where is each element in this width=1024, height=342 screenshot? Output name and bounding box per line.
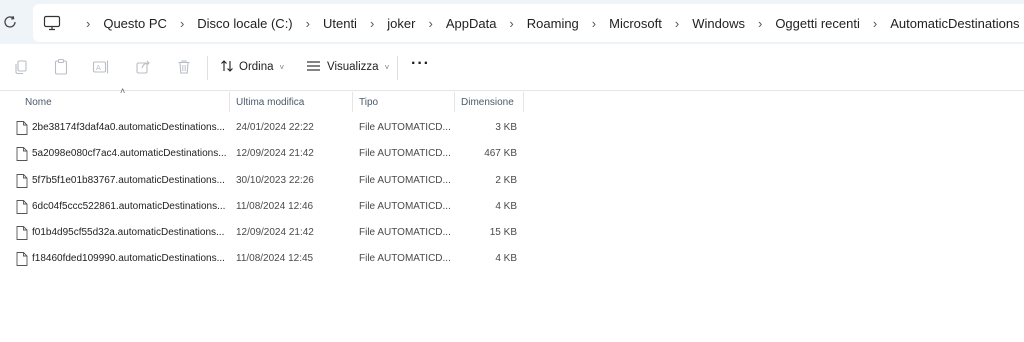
command-bar: A Ordina ˅ Visualizza ˅ ···: [0, 44, 1024, 91]
file-type: File AUTOMATICD...: [359, 253, 451, 264]
column-header-modified[interactable]: Ultima modifica: [236, 92, 346, 112]
breadcrumb-windows[interactable]: Windows: [692, 16, 745, 31]
chevron-right-icon[interactable]: ›: [758, 16, 762, 31]
file-icon: [16, 200, 28, 214]
file-icon: [16, 174, 28, 188]
file-type: File AUTOMATICD...: [359, 148, 451, 159]
file-name: 2be38174f3daf4a0.automaticDestinations..…: [32, 122, 225, 133]
chevron-right-icon[interactable]: ›: [873, 16, 877, 31]
file-size: 467 KB: [484, 148, 517, 159]
file-size: 4 KB: [495, 253, 517, 264]
chevron-down-icon: ˅: [279, 62, 285, 72]
file-type: File AUTOMATICD...: [359, 227, 451, 238]
column-header-name[interactable]: Nome: [25, 92, 225, 112]
chevron-right-icon[interactable]: ›: [428, 16, 432, 31]
computer-icon[interactable]: [43, 15, 61, 31]
chevron-right-icon[interactable]: ›: [370, 16, 374, 31]
address-bar-region: › Questo PC › Disco locale (C:) › Utenti…: [0, 0, 1024, 44]
file-size: 3 KB: [495, 122, 517, 133]
sort-icon: [220, 59, 234, 76]
file-name: 6dc04f5ccc522861.automaticDestinations..…: [32, 201, 226, 212]
file-name: f01b4d95cf55d32a.automaticDestinations..…: [32, 227, 225, 238]
column-header-type[interactable]: Tipo: [359, 92, 449, 112]
breadcrumb-disco-locale[interactable]: Disco locale (C:): [197, 16, 292, 31]
table-row[interactable]: f01b4d95cf55d32a.automaticDestinations..…: [0, 221, 530, 247]
breadcrumb-questo-pc[interactable]: Questo PC: [103, 16, 167, 31]
column-divider[interactable]: [523, 92, 524, 112]
file-modified: 11/08/2024 12:45: [236, 253, 314, 264]
table-row[interactable]: 6dc04f5ccc522861.automaticDestinations..…: [0, 195, 530, 221]
view-label: Visualizza: [327, 61, 379, 73]
file-icon: [16, 121, 28, 135]
table-row[interactable]: 5f7b5f1e01b83767.automaticDestinations..…: [0, 169, 530, 195]
refresh-icon[interactable]: [0, 12, 20, 32]
file-modified: 30/10/2023 22:26: [236, 175, 314, 186]
file-type: File AUTOMATICD...: [359, 175, 451, 186]
breadcrumb-appdata[interactable]: AppData: [446, 16, 497, 31]
file-name: 5f7b5f1e01b83767.automaticDestinations..…: [32, 175, 225, 186]
table-row[interactable]: 5a2098e080cf7ac4.automaticDestinations..…: [0, 142, 530, 168]
breadcrumb-oggetti-recenti[interactable]: Oggetti recenti: [775, 16, 860, 31]
rename-icon[interactable]: A: [91, 57, 111, 77]
file-name: 5a2098e080cf7ac4.automaticDestinations..…: [32, 148, 227, 159]
sort-button[interactable]: Ordina ˅: [220, 57, 284, 77]
address-bar[interactable]: › Questo PC › Disco locale (C:) › Utenti…: [33, 4, 1024, 42]
table-row[interactable]: f18460fded109990.automaticDestinations..…: [0, 247, 530, 273]
breadcrumb-roaming[interactable]: Roaming: [527, 16, 579, 31]
sort-label: Ordina: [239, 61, 274, 73]
chevron-right-icon[interactable]: ›: [306, 16, 310, 31]
view-icon: [306, 60, 321, 75]
chevron-right-icon[interactable]: ›: [86, 16, 90, 31]
toolbar-divider: [207, 56, 208, 80]
column-header-size[interactable]: Dimensione: [461, 92, 523, 112]
chevron-right-icon[interactable]: ›: [180, 16, 184, 31]
more-options-button[interactable]: ···: [411, 55, 430, 73]
file-icon: [16, 252, 28, 266]
share-icon[interactable]: [133, 57, 153, 77]
paste-icon[interactable]: [51, 57, 71, 77]
delete-icon[interactable]: [174, 57, 194, 77]
chevron-right-icon[interactable]: ›: [592, 16, 596, 31]
chevron-down-icon: ˅: [384, 62, 390, 72]
file-icon: [16, 226, 28, 240]
copy-icon[interactable]: [11, 57, 31, 77]
chevron-right-icon[interactable]: ›: [675, 16, 679, 31]
column-divider[interactable]: [229, 92, 230, 112]
file-size: 15 KB: [489, 227, 517, 238]
column-divider[interactable]: [352, 92, 353, 112]
file-type: File AUTOMATICD...: [359, 122, 451, 133]
file-modified: 12/09/2024 21:42: [236, 227, 314, 238]
breadcrumb-automaticdestinations[interactable]: AutomaticDestinations: [890, 16, 1019, 31]
chevron-right-icon[interactable]: ›: [509, 16, 513, 31]
column-divider[interactable]: [454, 92, 455, 112]
svg-text:A: A: [96, 65, 101, 72]
breadcrumb-utenti[interactable]: Utenti: [323, 16, 357, 31]
file-size: 2 KB: [495, 175, 517, 186]
view-button[interactable]: Visualizza ˅: [306, 57, 389, 77]
breadcrumb-microsoft[interactable]: Microsoft: [609, 16, 662, 31]
file-modified: 12/09/2024 21:42: [236, 148, 314, 159]
file-name: f18460fded109990.automaticDestinations..…: [32, 253, 225, 264]
file-icon: [16, 147, 28, 161]
breadcrumb-joker[interactable]: joker: [387, 16, 415, 31]
toolbar-divider: [397, 56, 398, 80]
file-modified: 11/08/2024 12:46: [236, 201, 314, 212]
file-size: 4 KB: [495, 201, 517, 212]
table-row[interactable]: 2be38174f3daf4a0.automaticDestinations..…: [0, 116, 530, 142]
file-type: File AUTOMATICD...: [359, 201, 451, 212]
file-modified: 24/01/2024 22:22: [236, 122, 314, 133]
